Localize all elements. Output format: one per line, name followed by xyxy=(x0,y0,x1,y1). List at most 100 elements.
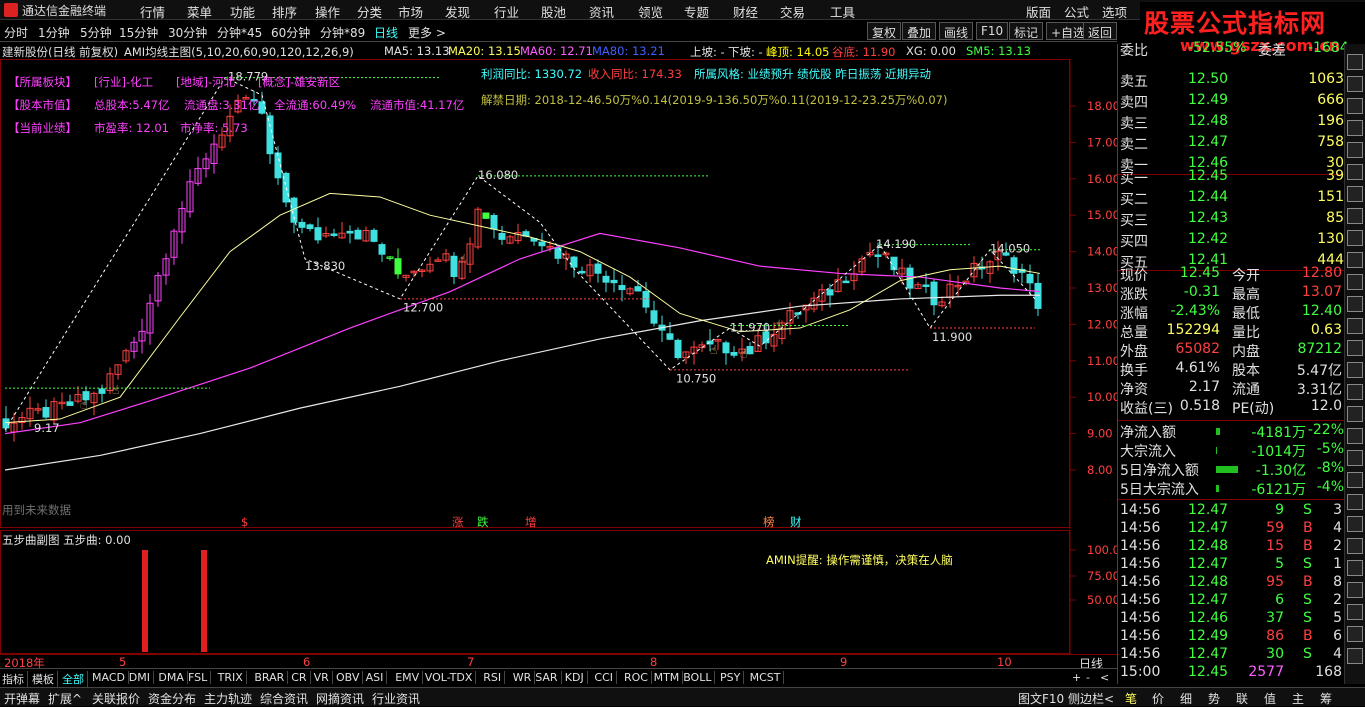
indicator-tab-2[interactable]: 全部 xyxy=(62,671,88,687)
indicator-tab-23[interactable]: PSY xyxy=(720,671,745,684)
scroll-left-icon[interactable]: < xyxy=(1100,671,1109,684)
indicator-tab-20[interactable]: ROC xyxy=(624,671,652,684)
menu-item-13[interactable]: 财经 xyxy=(733,2,758,21)
menu-right-0[interactable]: 版面 xyxy=(1026,2,1051,21)
period-tab-2[interactable]: 5分钟 xyxy=(80,24,112,41)
tool-button-2[interactable]: 画线 xyxy=(939,22,974,40)
five-step-subchart[interactable]: 100.0 75.00 50.00 xyxy=(0,530,1117,654)
tool-button-1[interactable]: 叠加 xyxy=(902,22,937,40)
indicator-tab-3[interactable]: MACD xyxy=(92,671,129,684)
indicator-tab-13[interactable]: EMV xyxy=(395,671,424,684)
period-tab-1[interactable]: 1分钟 xyxy=(38,24,70,41)
indicator-tab-24[interactable]: MCST xyxy=(750,671,785,684)
indicator-tab-10[interactable]: VR xyxy=(314,671,333,684)
right-tab-7[interactable]: 筹 xyxy=(1320,690,1332,707)
tool-button-6[interactable]: 返回 xyxy=(1083,22,1118,40)
menu-item-11[interactable]: 领览 xyxy=(638,2,663,21)
sidebar-tool-icon[interactable] xyxy=(1347,230,1363,246)
period-tab-0[interactable]: 分时 xyxy=(4,24,28,41)
menu-item-7[interactable]: 发现 xyxy=(445,2,470,21)
period-tab-8[interactable]: 日线 xyxy=(374,24,398,41)
indicator-tab-21[interactable]: MTM xyxy=(654,671,684,684)
sidebar-toggle[interactable]: 侧边栏< xyxy=(1068,690,1114,707)
info-industry[interactable]: [行业]-化工 xyxy=(94,74,153,90)
bottom-tab-4[interactable]: 主力轨迹 xyxy=(204,690,252,707)
sidebar-tool-icon[interactable] xyxy=(1347,120,1363,136)
subchart-title[interactable]: 五步曲副图 五步曲: 0.00 xyxy=(2,532,131,548)
menu-item-10[interactable]: 资讯 xyxy=(589,2,614,21)
indicator-tab-9[interactable]: CR xyxy=(291,671,311,684)
zoom-in-icon[interactable]: + xyxy=(1072,671,1081,684)
ask-price[interactable]: 12.50 xyxy=(1188,71,1228,87)
sidebar-tool-icon[interactable] xyxy=(1347,494,1363,510)
sidebar-tool-icon[interactable] xyxy=(1347,406,1363,422)
sidebar-tool-icon[interactable] xyxy=(1347,76,1363,92)
bottom-tab-7[interactable]: 行业资讯 xyxy=(372,690,420,707)
menu-item-14[interactable]: 交易 xyxy=(780,2,805,21)
sidebar-tool-icon[interactable] xyxy=(1347,208,1363,224)
indicator-tab-0[interactable]: 指标 xyxy=(2,671,28,687)
sidebar-tool-icon[interactable] xyxy=(1347,340,1363,356)
bid-price[interactable]: 12.44 xyxy=(1188,189,1228,205)
sidebar-tool-icon[interactable] xyxy=(1347,98,1363,114)
menu-right-2[interactable]: 选项 xyxy=(1102,2,1127,21)
menu-item-6[interactable]: 市场 xyxy=(398,2,423,21)
menu-item-2[interactable]: 功能 xyxy=(230,2,255,21)
sidebar-tool-icon[interactable] xyxy=(1347,142,1363,158)
indicator-tab-6[interactable]: FSL xyxy=(188,671,212,684)
menu-right-1[interactable]: 公式 xyxy=(1064,2,1089,21)
right-tab-2[interactable]: 细 xyxy=(1180,690,1192,707)
sidebar-tool-icon[interactable] xyxy=(1347,54,1363,70)
sidebar-tool-icon[interactable] xyxy=(1347,428,1363,444)
right-tab-0[interactable]: 笔 xyxy=(1125,690,1137,707)
menu-item-4[interactable]: 操作 xyxy=(315,2,340,21)
sidebar-tool-icon[interactable] xyxy=(1347,516,1363,532)
sidebar-tool-icon[interactable] xyxy=(1347,384,1363,400)
indicator-tab-19[interactable]: CCI xyxy=(594,671,617,684)
menu-item-9[interactable]: 股池 xyxy=(541,2,566,21)
tool-button-4[interactable]: 标记 xyxy=(1009,22,1044,40)
bid-price[interactable]: 12.43 xyxy=(1188,210,1228,226)
bottom-tab-6[interactable]: 网摘资讯 xyxy=(316,690,364,707)
info-region[interactable]: [地域]-河北 xyxy=(176,74,235,90)
sidebar-tool-icon[interactable] xyxy=(1347,582,1363,598)
indicator-tab-14[interactable]: VOL-TDX xyxy=(425,671,477,684)
event-marker-4[interactable]: 榜 xyxy=(763,515,775,529)
right-tab-6[interactable]: 主 xyxy=(1292,690,1304,707)
main-indicator-name[interactable]: AMI均线主图(5,10,20,60,90,120,12,26,9) xyxy=(124,44,354,60)
right-tab-5[interactable]: 值 xyxy=(1264,690,1276,707)
sidebar-tool-icon[interactable] xyxy=(1347,186,1363,202)
sidebar-tool-icon[interactable] xyxy=(1347,296,1363,312)
zoom-out-icon[interactable]: - xyxy=(1086,671,1090,684)
bottom-tab-5[interactable]: 综合资讯 xyxy=(260,690,308,707)
menu-item-1[interactable]: 菜单 xyxy=(187,2,212,21)
menu-item-3[interactable]: 排序 xyxy=(272,2,297,21)
right-tab-4[interactable]: 联 xyxy=(1236,690,1248,707)
ask-price[interactable]: 12.48 xyxy=(1188,113,1228,129)
sidebar-tool-icon[interactable] xyxy=(1347,604,1363,620)
period-tab-3[interactable]: 15分钟 xyxy=(119,24,158,41)
bid-price[interactable]: 12.45 xyxy=(1188,168,1228,184)
sidebar-tool-icon[interactable] xyxy=(1347,362,1363,378)
menu-item-5[interactable]: 分类 xyxy=(357,2,382,21)
bottom-tab-3[interactable]: 资金分布 xyxy=(148,690,196,707)
indicator-tab-17[interactable]: SAR xyxy=(535,671,562,684)
ask-price[interactable]: 12.49 xyxy=(1188,92,1228,108)
sidebar-tool-icon[interactable] xyxy=(1347,274,1363,290)
menu-item-12[interactable]: 专题 xyxy=(684,2,709,21)
indicator-tab-16[interactable]: WR xyxy=(513,671,536,684)
info-concept[interactable]: [概念]-雄安新区 xyxy=(258,74,340,90)
event-marker-0[interactable]: $ xyxy=(241,515,248,529)
bottom-tab-2[interactable]: 关联报价 xyxy=(92,690,140,707)
indicator-tab-12[interactable]: ASI xyxy=(366,671,388,684)
bottom-tab-0[interactable]: 开弹幕 xyxy=(4,690,40,707)
sidebar-tool-icon[interactable] xyxy=(1347,164,1363,180)
bottom-tab-1[interactable]: 扩展^ xyxy=(48,690,82,707)
tool-button-0[interactable]: 复权 xyxy=(867,22,902,40)
indicator-tab-18[interactable]: KDJ xyxy=(565,671,588,684)
indicator-tab-7[interactable]: TRIX xyxy=(218,671,247,684)
sidebar-tool-icon[interactable] xyxy=(1347,626,1363,642)
ask-price[interactable]: 12.47 xyxy=(1188,134,1228,150)
indicator-tab-4[interactable]: DMI xyxy=(129,671,155,684)
period-tab-7[interactable]: 分钟*89 xyxy=(320,24,365,41)
